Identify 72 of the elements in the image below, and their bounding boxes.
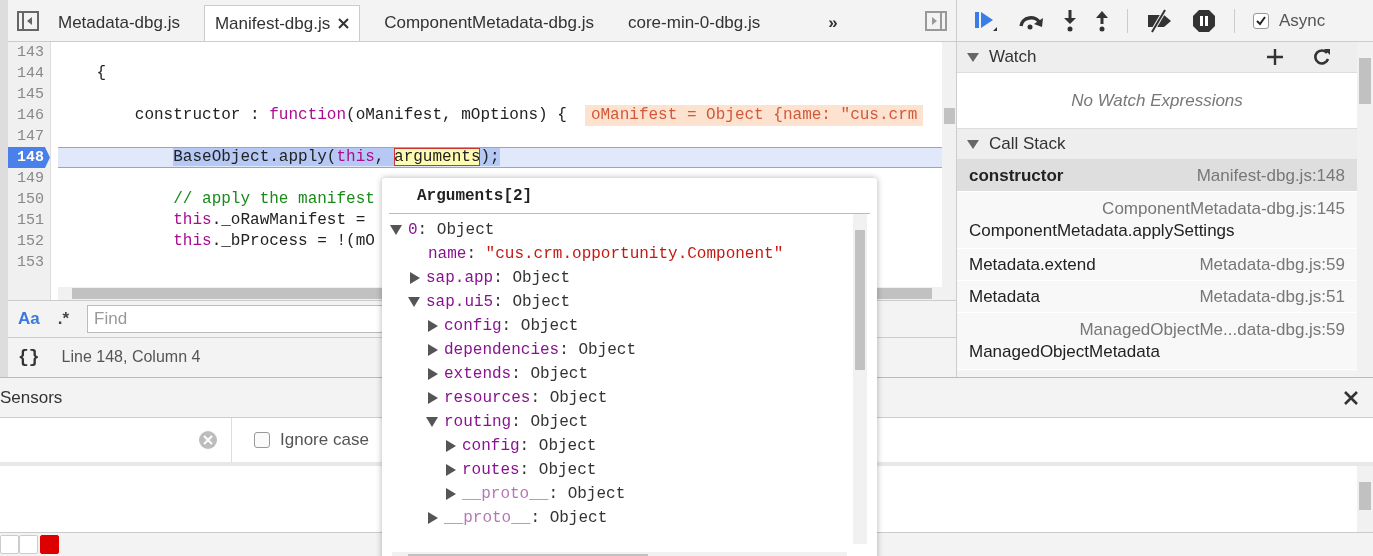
colon: : bbox=[511, 365, 521, 383]
property-key: 0 bbox=[408, 221, 418, 239]
code-line: { bbox=[95, 63, 106, 84]
line-number: 152 bbox=[16, 232, 45, 252]
property-key: resources bbox=[444, 389, 531, 407]
inline-value: oManifest = Object {name: "cus.crm bbox=[584, 105, 924, 126]
line-number: 149 bbox=[16, 169, 45, 189]
property-value: Object bbox=[530, 413, 589, 431]
property-value: Object bbox=[549, 389, 608, 407]
colon: : bbox=[493, 293, 503, 311]
checkbox-label: Ignore case bbox=[280, 430, 369, 450]
frame-location: ManagedObjectMe...data-dbg.js:59 bbox=[1079, 320, 1345, 340]
line-number: 147 bbox=[16, 127, 45, 147]
property-key: __proto__ bbox=[462, 485, 549, 503]
line-number: 146 bbox=[16, 106, 45, 126]
property-value: Object bbox=[538, 461, 597, 479]
property-key: sap.app bbox=[426, 269, 494, 287]
colon: : bbox=[530, 509, 541, 527]
colon: : bbox=[548, 485, 559, 503]
frame-name: Metadata.extend bbox=[969, 254, 1096, 275]
empty-watch-message: No Watch Expressions bbox=[1071, 90, 1243, 111]
property-value: Object bbox=[538, 437, 597, 455]
checkbox-label: Async bbox=[1279, 10, 1326, 31]
colon: : bbox=[501, 317, 512, 335]
line-number: 148 bbox=[8, 147, 50, 168]
property-key: config bbox=[462, 437, 520, 455]
property-key: routing bbox=[444, 413, 512, 431]
property-value: Object bbox=[512, 269, 571, 287]
frame-name: constructor bbox=[969, 165, 1064, 186]
colon: : bbox=[519, 437, 530, 455]
frame-name: ManagedObjectMetadata bbox=[969, 342, 1161, 362]
cursor-position: Line 148, Column 4 bbox=[61, 348, 201, 366]
colon: : bbox=[530, 389, 541, 407]
frame-location: ComponentMetadata-dbg.js:145 bbox=[1102, 199, 1345, 219]
property-value: Object bbox=[512, 293, 571, 311]
line-number: 143 bbox=[16, 43, 45, 63]
code-line: this._bProcess = !(mO bbox=[172, 231, 375, 252]
frame-name: ComponentMetadata.applySettings bbox=[969, 221, 1236, 241]
frame-name: Metadata bbox=[969, 286, 1040, 307]
line-number: 153 bbox=[16, 253, 45, 273]
property-value: Object bbox=[567, 485, 626, 503]
property-key: dependencies bbox=[444, 341, 560, 359]
colon: : bbox=[519, 461, 530, 479]
line-number: 150 bbox=[16, 190, 45, 210]
property-value: Object bbox=[549, 509, 608, 527]
colon: : bbox=[511, 413, 521, 431]
property-key: sap.ui5 bbox=[426, 293, 494, 311]
colon: : bbox=[493, 269, 503, 287]
popover-title: Arguments[2] bbox=[389, 178, 870, 214]
property-key: config bbox=[444, 317, 502, 335]
property-value: Object bbox=[530, 365, 589, 383]
colon: : bbox=[559, 341, 569, 359]
colon: : bbox=[466, 245, 476, 263]
line-number: 144 bbox=[16, 64, 45, 84]
property-key: name bbox=[428, 245, 467, 263]
property-key: __proto__ bbox=[444, 509, 531, 527]
property-key: extends bbox=[444, 365, 512, 383]
code-line: this._oRawManifest = bbox=[172, 210, 366, 231]
property-value: Object bbox=[520, 317, 579, 335]
frame-location: Metadata-dbg.js:51 bbox=[1199, 286, 1345, 307]
code-line: // apply the manifest bbox=[172, 189, 375, 210]
property-key: routes bbox=[462, 461, 520, 479]
property-value: "cus.crm.opportunity.Component" bbox=[485, 245, 784, 263]
frame-location: Manifest-dbg.js:148 bbox=[1196, 165, 1345, 186]
property-value: Object bbox=[578, 341, 637, 359]
code-line: BaseObject.apply(this, arguments); bbox=[172, 147, 500, 168]
colon: : bbox=[417, 221, 428, 239]
line-number: 145 bbox=[16, 85, 45, 105]
property-value: Object bbox=[436, 221, 495, 239]
frame-location: Metadata-dbg.js:59 bbox=[1199, 254, 1345, 275]
line-number: 151 bbox=[16, 211, 45, 231]
code-line: constructor : function(oManifest, mOptions) { bbox=[133, 105, 567, 126]
